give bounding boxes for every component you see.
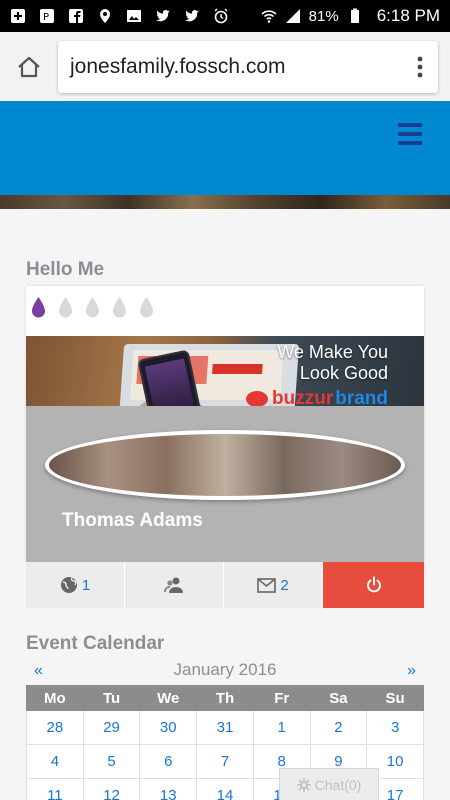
weekday-header: Tu	[82, 685, 141, 711]
logout-button[interactable]	[323, 562, 424, 608]
calendar-day[interactable]: 30	[139, 710, 198, 745]
battery-percent: 81%	[308, 7, 339, 25]
browser-toolbar: jonesfamily.fossch.com	[0, 32, 450, 101]
weekday-header: Mo	[26, 685, 84, 711]
drop-icon-filled	[32, 297, 45, 318]
hamburger-menu-icon[interactable]	[398, 123, 422, 145]
weekday-header: Fr	[252, 685, 311, 711]
facebook-icon	[68, 8, 84, 24]
calendar-day[interactable]: 5	[82, 744, 141, 779]
image-icon	[126, 8, 142, 24]
mail-count: 2	[280, 576, 289, 594]
power-icon	[366, 576, 381, 593]
more-vert-icon	[417, 56, 423, 77]
calendar-week-row: 28 29 30 31 1 2 3	[26, 710, 424, 745]
globe-button[interactable]: 1	[26, 562, 125, 608]
location-icon	[97, 8, 113, 24]
friends-button[interactable]	[125, 562, 224, 608]
calendar-day[interactable]: 31	[196, 710, 254, 745]
envelope-icon	[257, 577, 277, 593]
widget-title: Hello Me	[26, 259, 105, 280]
calendar-day[interactable]: 1	[252, 710, 311, 745]
drop-icon-empty	[86, 297, 99, 318]
chat-label: Chat(0)	[314, 776, 362, 793]
calendar-month: January 2016	[173, 660, 277, 679]
calendar-day[interactable]: 13	[139, 778, 198, 800]
wifi-icon	[261, 8, 277, 24]
level-drops	[30, 296, 155, 320]
alarm-icon	[213, 8, 229, 24]
calendar-prev-button[interactable]: «	[34, 662, 43, 680]
calendar-day[interactable]: 7	[196, 744, 254, 779]
plus-icon	[10, 8, 26, 24]
home-button[interactable]	[0, 32, 58, 101]
address-bar[interactable]: jonesfamily.fossch.com	[58, 40, 438, 93]
drop-icon-empty	[113, 297, 126, 318]
url-text: jonesfamily.fossch.com	[70, 54, 286, 78]
calendar-day[interactable]: 6	[139, 744, 198, 779]
calendar-day[interactable]: 14	[196, 778, 254, 800]
site-header	[0, 101, 450, 195]
weekday-header-row: Mo Tu We Th Fr Sa Su	[26, 685, 424, 711]
weekday-header: Th	[196, 685, 254, 711]
globe-icon	[60, 577, 77, 593]
users-icon	[164, 577, 183, 593]
chat-button[interactable]: Chat(0)	[279, 768, 379, 800]
calendar-next-button[interactable]: »	[407, 662, 416, 680]
calendar-nav: January 2016 « »	[26, 660, 424, 682]
profile-actions: 1 2	[26, 562, 424, 608]
gear-icon	[296, 777, 311, 792]
weekday-header: Su	[366, 685, 424, 711]
calendar-day[interactable]: 29	[82, 710, 141, 745]
weekday-header: We	[139, 685, 198, 711]
calendar-day[interactable]: 2	[309, 710, 368, 745]
header-banner-image	[0, 195, 450, 209]
messages-button[interactable]: 2	[224, 562, 323, 608]
browser-menu-button[interactable]	[402, 41, 438, 93]
clock: 6:18 PM	[376, 6, 440, 25]
profile-avatar[interactable]	[45, 430, 405, 500]
signal-icon	[285, 8, 301, 24]
svg-text:P: P	[43, 12, 49, 23]
profile-name[interactable]: Thomas Adams	[62, 510, 203, 532]
weekday-header: Sa	[309, 685, 368, 711]
browser-icon: P	[39, 8, 55, 24]
calendar-title: Event Calendar	[26, 633, 165, 654]
calendar-day[interactable]: 4	[26, 744, 84, 779]
battery-icon	[347, 8, 363, 24]
calendar-day[interactable]: 12	[82, 778, 141, 800]
twitter-icon	[155, 8, 171, 24]
banner-tagline: We Make You Look Good	[277, 342, 388, 383]
drop-icon-empty	[59, 297, 72, 318]
twitter-icon-2	[184, 8, 200, 24]
calendar-day[interactable]: 3	[366, 710, 424, 745]
calendar-day[interactable]: 11	[26, 778, 84, 800]
status-bar: P 81% 6:18 PM	[0, 0, 450, 32]
calendar-day[interactable]: 28	[26, 710, 84, 745]
home-icon	[18, 56, 40, 77]
drop-icon-empty	[140, 297, 153, 318]
globe-count: 1	[81, 576, 91, 594]
